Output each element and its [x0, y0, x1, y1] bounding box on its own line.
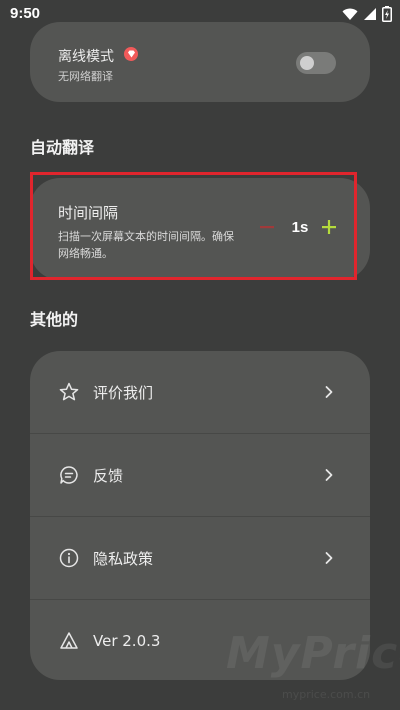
- toggle-knob: [300, 56, 314, 70]
- privacy-policy-label: 隐私政策: [93, 549, 154, 568]
- chevron-right-icon: [325, 386, 333, 398]
- info-icon: [59, 548, 79, 568]
- rate-us-label: 评价我们: [93, 383, 154, 402]
- tent-icon: [60, 632, 78, 649]
- chat-bubble-icon: [60, 466, 78, 484]
- battery-charging-icon: [382, 6, 392, 22]
- feedback-row[interactable]: 反馈: [30, 434, 370, 516]
- chevron-right-icon: [325, 552, 333, 564]
- interval-highlight-box: [30, 172, 357, 280]
- star-icon: [59, 382, 79, 401]
- chevron-right-icon: [325, 469, 333, 481]
- status-time: 9:50: [10, 5, 41, 22]
- watermark: MyPrice: [226, 628, 400, 679]
- section-title-auto-translate: 自动翻译: [30, 138, 95, 157]
- watermark-subtext: myprice.com.cn: [282, 688, 371, 701]
- privacy-policy-row[interactable]: 隐私政策: [30, 517, 370, 599]
- offline-mode-toggle[interactable]: [296, 52, 336, 74]
- offline-mode-title: 离线模式: [58, 49, 114, 65]
- offline-mode-subtitle: 无网络翻译: [58, 70, 113, 83]
- premium-gem-icon: [124, 47, 138, 61]
- signal-icon: [364, 8, 376, 20]
- feedback-label: 反馈: [93, 466, 124, 485]
- wifi-icon: [342, 8, 358, 20]
- offline-mode-card: 离线模式 无网络翻译: [30, 22, 370, 102]
- rate-us-row[interactable]: 评价我们: [30, 351, 370, 433]
- version-label: Ver 2.0.3: [93, 632, 161, 650]
- section-title-other: 其他的: [30, 310, 79, 329]
- status-icons: [342, 6, 392, 22]
